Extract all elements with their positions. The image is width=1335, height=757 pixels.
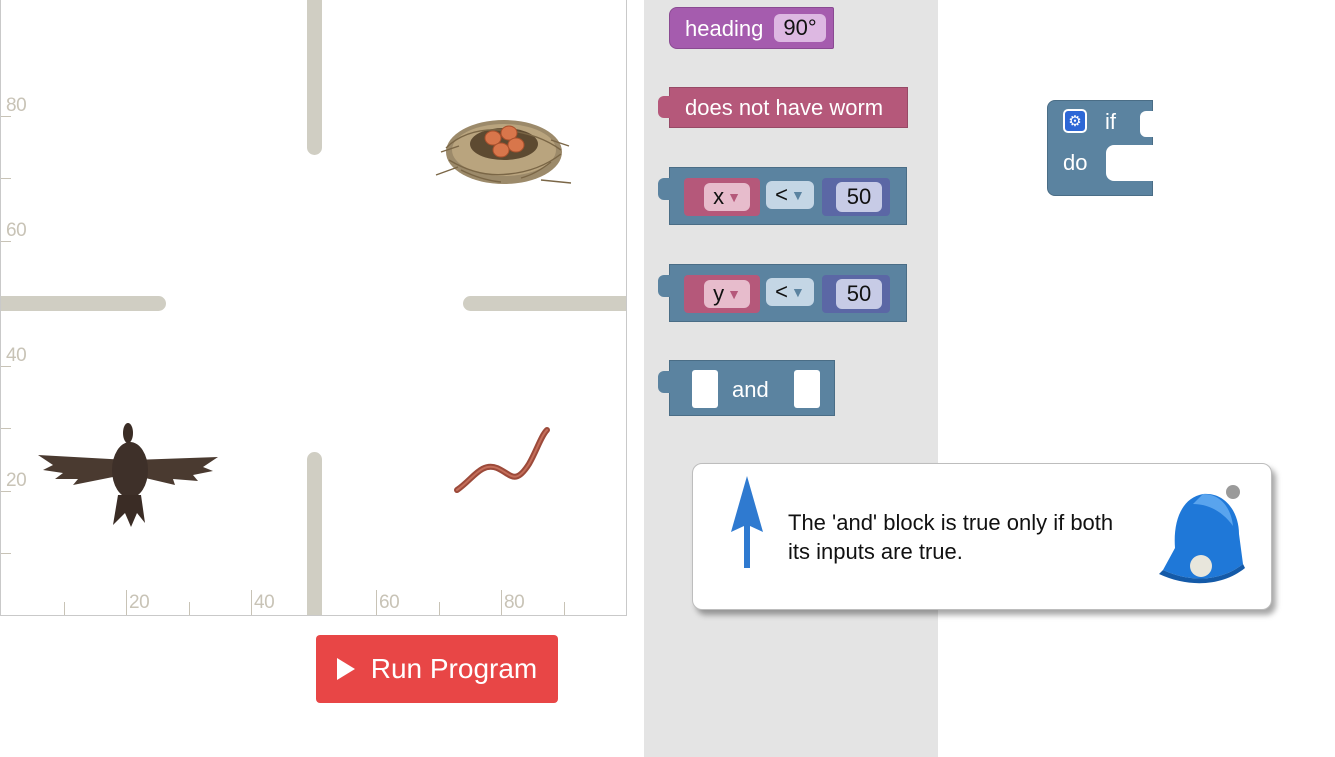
x-tick-mark: [64, 602, 65, 615]
x-tick-label: 40: [254, 592, 275, 613]
hint-bubble: The 'and' block is true only if both its…: [692, 463, 1272, 610]
operator-dropdown[interactable]: < ▼: [766, 278, 814, 306]
condition-input-socket[interactable]: [1140, 111, 1154, 137]
heading-block[interactable]: heading 90°: [669, 7, 834, 49]
y-tick-mark: [1, 116, 11, 117]
dropdown-arrow-icon: ▼: [791, 187, 805, 203]
x-tick-mark: [564, 602, 565, 615]
up-arrow-icon: [731, 476, 763, 568]
x-tick-mark: [189, 602, 190, 615]
x-tick-label: 60: [379, 592, 400, 613]
dropdown-arrow-icon: ▼: [727, 286, 741, 302]
number-value-field[interactable]: 50: [836, 279, 882, 309]
y-tick-label: 60: [6, 220, 27, 241]
if-block[interactable]: ⚙ if do: [1047, 100, 1154, 196]
block-toolbox: heading 90° does not have worm x ▼ < ▼ 5…: [644, 0, 938, 757]
output-connector: [658, 371, 672, 393]
y-tick-mark: [1, 178, 11, 179]
x-tick-mark: [501, 590, 502, 615]
x-tick-mark: [376, 590, 377, 615]
operator-symbol: <: [775, 279, 788, 304]
variable-x-dropdown[interactable]: x ▼: [704, 183, 750, 211]
y-tick-mark: [1, 366, 11, 367]
heading-block-label: heading: [685, 16, 764, 41]
operator-symbol: <: [775, 182, 788, 207]
number-value-field[interactable]: 50: [836, 182, 882, 212]
x-tick-label: 80: [504, 592, 525, 613]
y-tick-label: 40: [6, 345, 27, 366]
do-statement-socket[interactable]: [1106, 145, 1154, 181]
y-tick-label: 20: [6, 470, 27, 491]
wall-right-horizontal: [463, 296, 626, 311]
dropdown-arrow-icon: ▼: [727, 189, 741, 205]
heading-value-field[interactable]: 90°: [774, 14, 826, 42]
nest-sprite: [435, 120, 572, 184]
variable-y-dropdown[interactable]: y ▼: [704, 280, 750, 308]
x-tick-mark: [251, 590, 252, 615]
left-input-socket[interactable]: [692, 370, 718, 408]
wall-left-horizontal: [1, 296, 166, 311]
wall-bottom-vertical: [307, 452, 322, 615]
compare-y-block[interactable]: y ▼ < ▼ 50: [658, 264, 907, 322]
hint-text: The 'and' block is true only if both its…: [788, 510, 1114, 564]
do-label: do: [1063, 150, 1088, 175]
output-connector: [658, 275, 672, 297]
right-input-socket[interactable]: [794, 370, 820, 408]
variable-y-name: y: [713, 281, 725, 306]
bird-sprite: [38, 423, 218, 527]
x-tick-label: 20: [129, 592, 150, 613]
x-tick-mark: [439, 602, 440, 615]
gear-icon[interactable]: ⚙: [1063, 109, 1087, 133]
if-label: if: [1105, 109, 1116, 134]
does-not-have-worm-label: does not have worm: [685, 95, 884, 120]
y-tick-label: 80: [6, 95, 27, 116]
y-tick-mark: [1, 491, 11, 492]
output-connector: [658, 96, 672, 118]
dropdown-arrow-icon: ▼: [791, 284, 805, 300]
run-program-button[interactable]: Run Program: [316, 635, 558, 703]
wall-top-vertical: [307, 0, 322, 155]
variable-x-name: x: [713, 184, 725, 209]
output-connector: [658, 178, 672, 200]
worm-sprite: [454, 427, 550, 493]
compare-x-block[interactable]: x ▼ < ▼ 50: [658, 167, 907, 225]
does-not-have-worm-block[interactable]: does not have worm: [658, 87, 908, 128]
x-tick-mark: [126, 590, 127, 615]
play-icon: [336, 658, 355, 680]
y-tick-mark: [1, 241, 11, 242]
y-tick-mark: [1, 428, 11, 429]
run-program-label: Run Program: [370, 653, 538, 684]
operator-dropdown[interactable]: < ▼: [766, 181, 814, 209]
and-block-label: and: [732, 377, 769, 402]
and-block[interactable]: and: [658, 360, 835, 416]
stage-canvas: 80 60 40 20 20 40 60 80: [0, 0, 627, 616]
bell-icon[interactable]: [1153, 482, 1253, 587]
y-tick-mark: [1, 553, 11, 554]
